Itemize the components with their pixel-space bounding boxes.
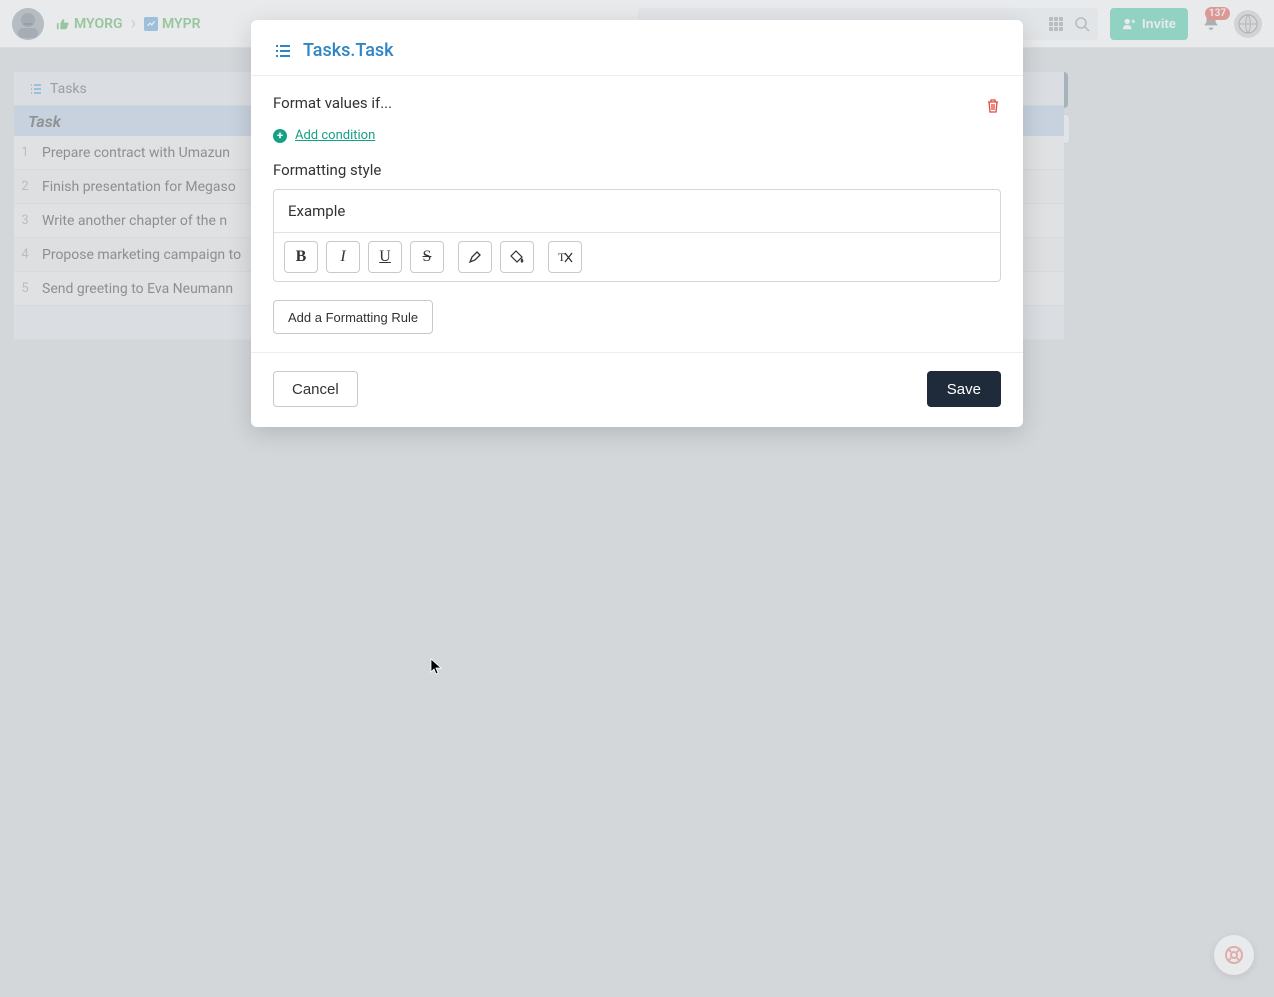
fill-color-button[interactable] [500, 241, 534, 273]
bold-button[interactable]: B [284, 241, 318, 273]
clear-format-button[interactable]: T [548, 241, 582, 273]
marker-icon [467, 249, 483, 265]
italic-button[interactable]: I [326, 241, 360, 273]
paint-bucket-icon [509, 249, 525, 265]
add-condition-label: Add condition [295, 128, 375, 143]
modal-footer: Cancel Save [251, 352, 1023, 427]
cancel-button[interactable]: Cancel [273, 371, 358, 407]
formatting-style-label: Formatting style [273, 161, 1001, 179]
format-toolbar: B I U S T [274, 233, 1000, 281]
example-preview: Example [274, 190, 1000, 233]
modal-overlay[interactable]: Tasks.Task Format values if... + Add con… [0, 0, 1274, 997]
modal-title: Tasks.Task [303, 40, 394, 61]
list-icon [273, 41, 293, 61]
delete-rule-button[interactable] [985, 98, 1001, 118]
plus-icon: + [273, 129, 287, 143]
trash-icon [985, 98, 1001, 114]
marker-button[interactable] [458, 241, 492, 273]
svg-text:T: T [558, 250, 566, 264]
formatting-modal: Tasks.Task Format values if... + Add con… [251, 20, 1023, 427]
add-formatting-rule-button[interactable]: Add a Formatting Rule [273, 300, 433, 334]
style-box: Example B I U S T [273, 189, 1001, 282]
clear-format-icon: T [556, 249, 574, 265]
format-if-label: Format values if... [273, 94, 392, 112]
modal-body: Format values if... + Add condition Form… [251, 75, 1023, 352]
save-button[interactable]: Save [927, 371, 1001, 407]
modal-header: Tasks.Task [251, 20, 1023, 75]
strike-button[interactable]: S [410, 241, 444, 273]
underline-button[interactable]: U [368, 241, 402, 273]
add-condition-link[interactable]: + Add condition [273, 128, 1001, 143]
